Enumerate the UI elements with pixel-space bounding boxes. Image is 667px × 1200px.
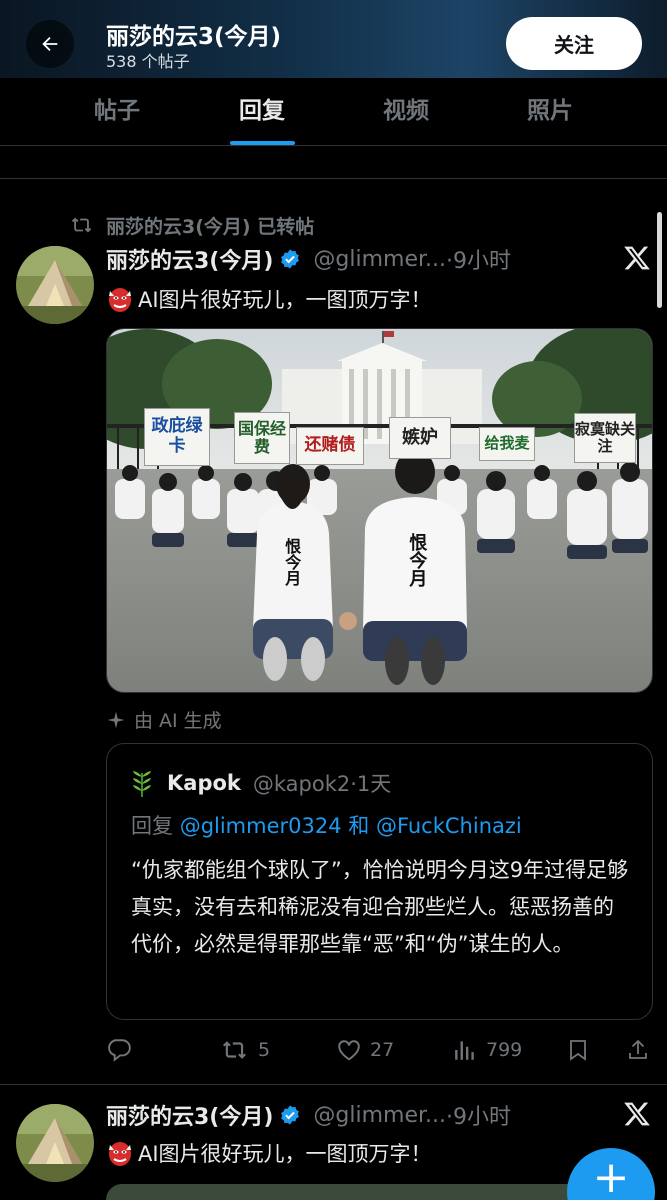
verified-badge-icon	[279, 1104, 301, 1126]
quote-reply-to: 回复 @glimmer0324 和 @FuckChinazi	[131, 810, 522, 840]
mask-emoji-icon	[106, 1139, 134, 1167]
quoted-post[interactable]: Kapok @kapok2·1天 回复 @glimmer0324 和 @Fuck…	[106, 743, 653, 1020]
sign-6: 寂寞缺关注	[574, 413, 636, 463]
post-text: AI图片很好玩儿，一图顶万字！	[138, 288, 432, 312]
bookmark-button[interactable]	[566, 1033, 590, 1067]
share-button[interactable]	[626, 1033, 650, 1067]
repost-label: 丽莎的云3(今月) 已转帖	[106, 215, 315, 238]
quote-body: “仇家都能组个球队了”，恰恰说明今月这9年过得足够真实，没有去和稀泥没有迎合那些…	[131, 858, 629, 956]
sparkle-icon	[107, 711, 125, 728]
repost-button[interactable]: 5	[220, 1033, 270, 1067]
profile-header: 丽莎的云3(今月) 538 个帖子 关注	[0, 0, 667, 78]
repost-icon	[71, 217, 92, 233]
plant-emoji-icon	[133, 771, 151, 797]
sign-5: 给我麦	[479, 427, 535, 461]
tab-replies[interactable]: 回复	[202, 78, 322, 146]
tab-photos[interactable]: 照片	[490, 78, 610, 146]
sign-2: 国保经费	[234, 412, 290, 464]
x-logo-icon[interactable]	[622, 244, 654, 274]
post-time[interactable]: ·9小时	[446, 243, 511, 275]
post-header: 丽莎的云3(今月) @glimmer... ·9小时	[106, 243, 511, 275]
ai-generated-photo	[107, 329, 652, 692]
repost-indicator[interactable]: 丽莎的云3(今月) 已转帖	[70, 212, 314, 238]
back-arrow-icon	[42, 36, 58, 52]
avatar-image	[16, 246, 94, 324]
reply-prefix: 回复	[131, 814, 173, 838]
post-image[interactable]: 政庇绿卡 国保经费 还赌债 嫉妒 给我麦 寂寞缺关注 恨今月 恨今月	[106, 328, 653, 693]
like-button[interactable]: 27	[336, 1033, 394, 1067]
back-button[interactable]	[26, 20, 74, 68]
avatar-image	[16, 1104, 94, 1182]
bookmark-icon	[570, 1040, 586, 1061]
like-icon	[338, 1040, 360, 1061]
share-icon	[629, 1039, 647, 1059]
quote-time: ·1天	[350, 772, 392, 796]
views-button[interactable]: 799	[452, 1033, 522, 1067]
quote-author-name: Kapok	[167, 771, 241, 795]
shirt-text-left: 恨今月	[282, 538, 302, 586]
avatar[interactable]	[16, 246, 94, 324]
shirt-text-right: 恨今月	[406, 533, 428, 587]
tab-posts[interactable]: 帖子	[57, 78, 177, 146]
author-handle[interactable]: @glimmer...	[313, 247, 446, 272]
avatar[interactable]	[16, 1104, 94, 1182]
reply-mentions[interactable]: @glimmer0324 和 @FuckChinazi	[180, 814, 522, 838]
sign-3: 还赌债	[296, 427, 364, 465]
views-icon	[455, 1041, 474, 1060]
divider	[0, 1084, 667, 1085]
verified-badge-icon	[279, 248, 301, 270]
plus-icon: +	[592, 1151, 630, 1200]
active-tab-indicator	[230, 141, 295, 145]
repost-icon	[222, 1041, 246, 1059]
like-count: 27	[370, 1039, 395, 1061]
compose-button[interactable]: +	[567, 1148, 655, 1200]
author-name[interactable]: 丽莎的云3(今月)	[106, 1099, 273, 1131]
post-text-row: AI图片很好玩儿，一图顶万字！	[106, 1138, 432, 1168]
repost-count: 5	[258, 1039, 271, 1061]
scrollbar[interactable]	[657, 212, 662, 308]
x-logo-icon[interactable]	[622, 1100, 654, 1130]
tab-videos[interactable]: 视频	[346, 78, 466, 146]
profile-tabs: 帖子 回复 视频 照片	[0, 78, 667, 146]
post-text: AI图片很好玩儿，一图顶万字！	[138, 1142, 432, 1166]
profile-name: 丽莎的云3(今月)	[106, 24, 282, 50]
post-time[interactable]: ·9小时	[446, 1099, 511, 1131]
post-header: 丽莎的云3(今月) @glimmer... ·9小时	[106, 1099, 511, 1131]
ai-generated-label[interactable]: 由 AI 生成	[106, 706, 222, 733]
sign-4: 嫉妒	[389, 417, 451, 459]
sign-1: 政庇绿卡	[144, 408, 210, 466]
quote-author-handle: @kapok2	[252, 772, 351, 796]
reply-icon	[108, 1039, 131, 1062]
view-count: 799	[486, 1039, 523, 1061]
quote-header: Kapok @kapok2·1天	[131, 768, 391, 798]
author-handle[interactable]: @glimmer...	[313, 1103, 446, 1128]
follow-button[interactable]: 关注	[506, 17, 642, 70]
author-name[interactable]: 丽莎的云3(今月)	[106, 243, 273, 275]
post-actions: 5 27 799	[106, 1033, 656, 1067]
post-text-row: AI图片很好玩儿，一图顶万字！	[106, 284, 432, 314]
reply-button[interactable]	[106, 1033, 140, 1067]
divider	[0, 178, 667, 179]
post-count: 538 个帖子	[106, 52, 190, 71]
ai-label-text: 由 AI 生成	[134, 710, 222, 732]
mask-emoji-icon	[106, 285, 134, 313]
